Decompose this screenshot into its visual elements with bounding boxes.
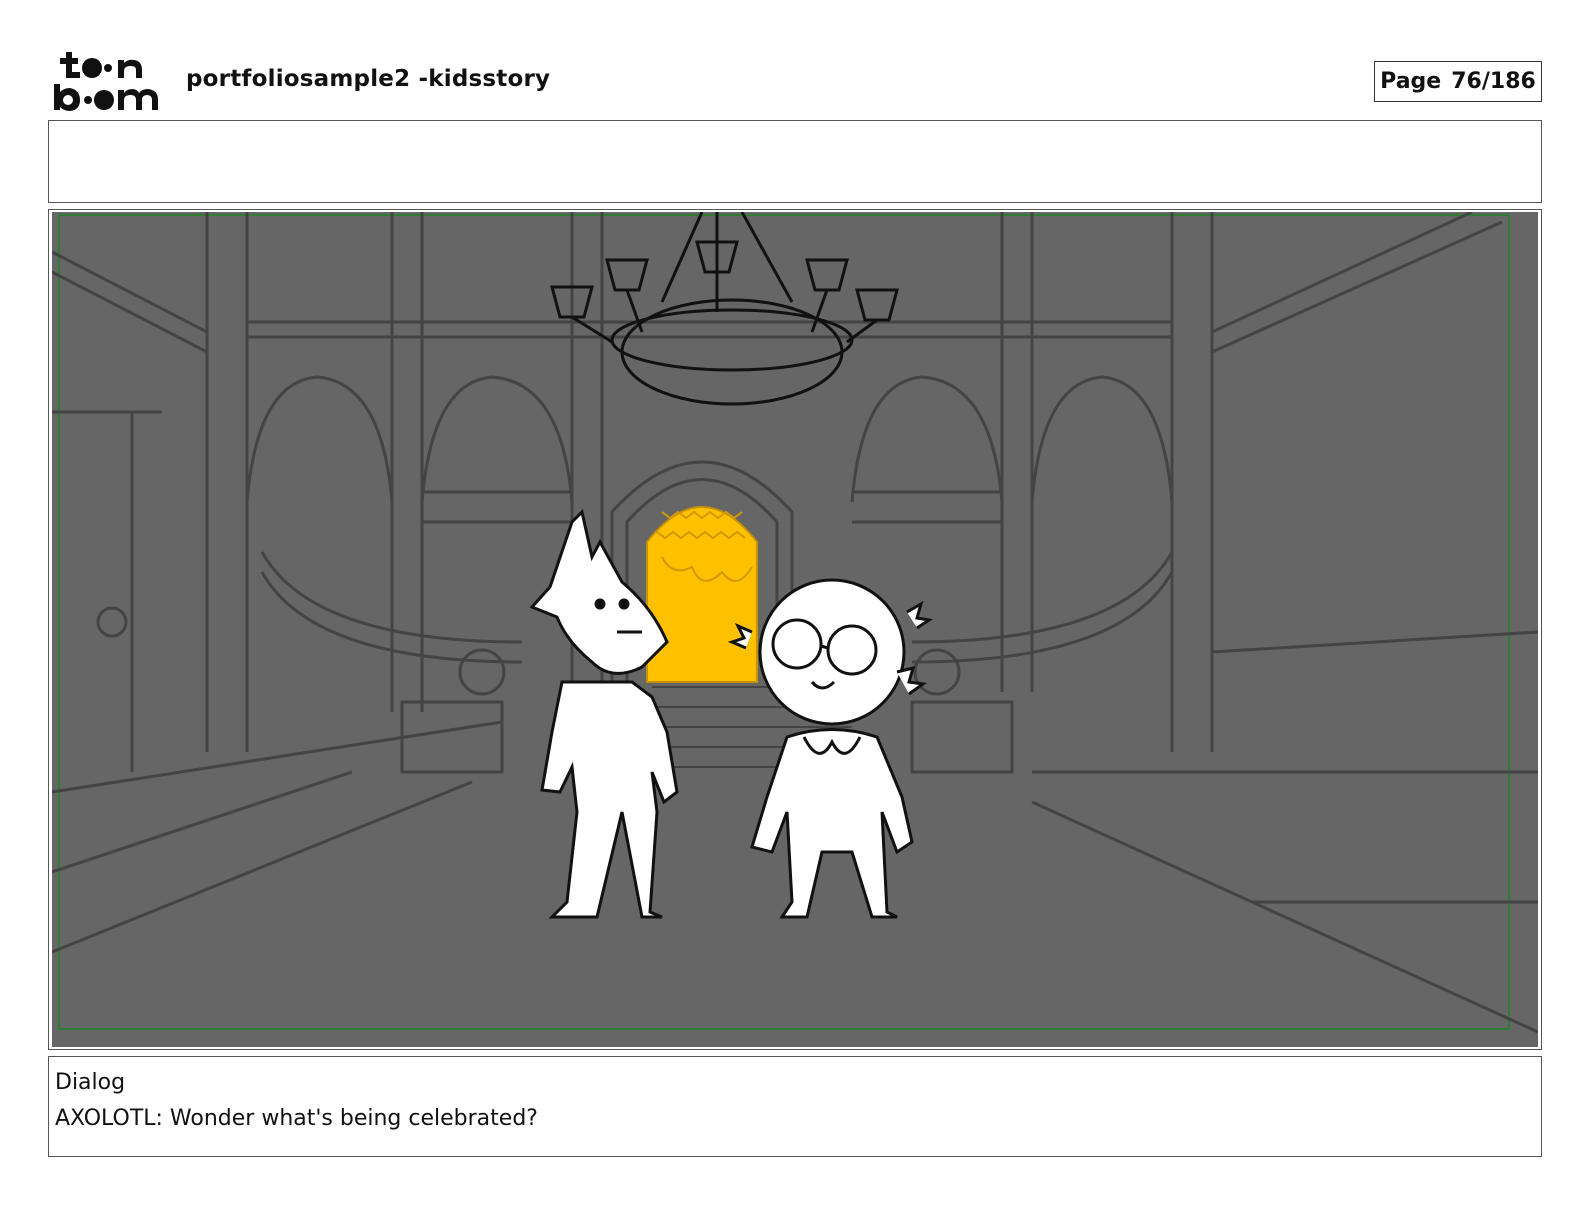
notes-box xyxy=(48,120,1542,203)
dialog-heading: Dialog xyxy=(55,1070,126,1095)
dialog-line: AXOLOTL: Wonder what's being celebrated? xyxy=(55,1106,538,1131)
project-title: portfoliosample2 -kidsstory xyxy=(186,66,551,92)
page-indicator: Page 76/186 xyxy=(1374,61,1542,102)
page-label: Page xyxy=(1380,69,1442,94)
storyboard-panel xyxy=(52,212,1538,1047)
dialog-box: Dialog AXOLOTL: Wonder what's being cele… xyxy=(48,1056,1542,1157)
panel-drawing xyxy=(52,212,1538,1047)
toonboom-logo xyxy=(52,50,164,112)
page-number: 76/186 xyxy=(1451,69,1536,94)
